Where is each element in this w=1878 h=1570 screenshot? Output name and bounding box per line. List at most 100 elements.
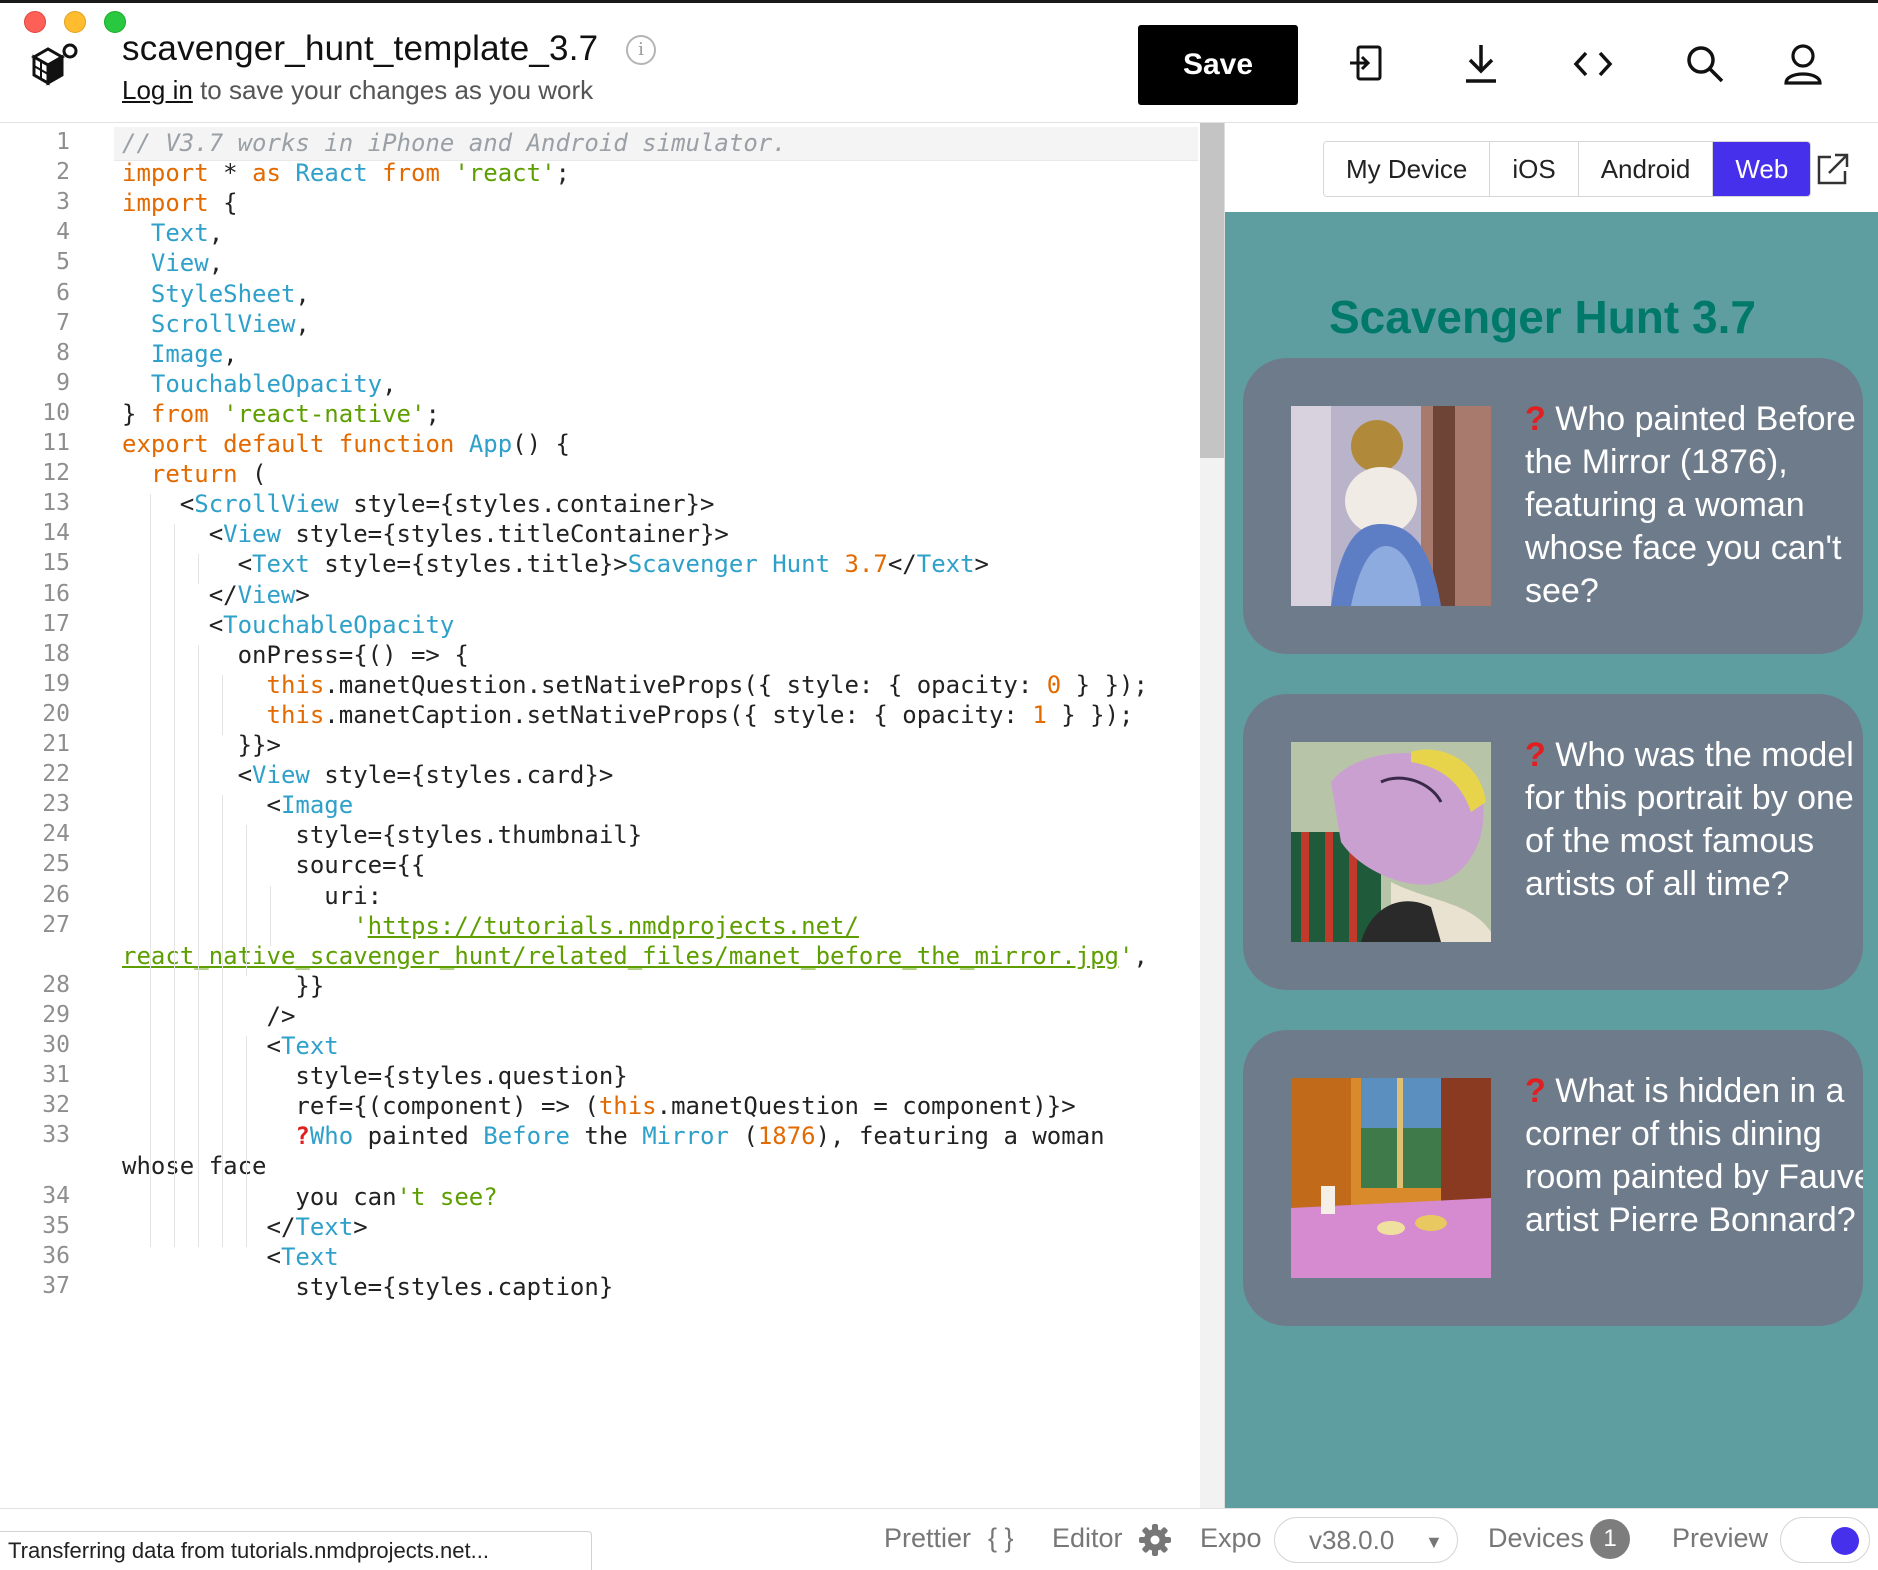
code-line[interactable]: style={styles.thumbnail} (122, 821, 642, 849)
devices-count-badge: 1 (1590, 1519, 1630, 1559)
tab-android[interactable]: Android (1578, 142, 1714, 196)
download-icon[interactable] (1458, 41, 1504, 87)
login-prompt-text: to save your changes as you work (192, 75, 594, 105)
line-number: 27 (42, 911, 70, 938)
snack-logo-icon[interactable] (26, 39, 82, 95)
status-bar: Transferring data from tutorials.nmdproj… (0, 1531, 592, 1570)
code-line[interactable]: export default function App() { (122, 430, 570, 458)
code-line[interactable]: return ( (122, 460, 267, 488)
line-number: 32 (42, 1092, 70, 1119)
simulator-screen[interactable]: Scavenger Hunt 3.7 ? Who painted Before … (1225, 212, 1878, 1508)
sleeping-woman-portrait-painting (1291, 742, 1491, 942)
line-number: 15 (42, 550, 70, 577)
code-line[interactable]: View, (122, 249, 223, 277)
save-button[interactable]: Save (1138, 25, 1298, 105)
code-line[interactable]: Text, (122, 219, 223, 247)
question-card[interactable]: ? What is hidden in a corner of this din… (1243, 1030, 1863, 1326)
code-line[interactable]: <View style={styles.titleContainer}> (122, 520, 729, 548)
code-line[interactable]: react_native_scavenger_hunt/related_file… (122, 942, 1148, 970)
code-line[interactable]: /> (122, 1002, 295, 1030)
login-link[interactable]: Log in (122, 75, 193, 105)
editor-settings-button[interactable]: Editor (1052, 1523, 1123, 1554)
code-line[interactable]: <Text (122, 1032, 338, 1060)
code-line[interactable]: you can't see? (122, 1183, 497, 1211)
user-account-icon[interactable] (1780, 41, 1826, 87)
code-line[interactable]: 'https://tutorials.nmdprojects.net/ (122, 912, 859, 940)
question-label: Who painted Before the Mirror (1876), fe… (1525, 400, 1856, 610)
line-number: 24 (42, 821, 70, 848)
tab-web[interactable]: Web (1713, 142, 1811, 196)
code-editor[interactable]: 1 // V3.7 works in iPhone and Android sim… (0, 123, 1224, 1508)
window-minimize-button[interactable] (64, 11, 86, 33)
search-icon[interactable] (1682, 41, 1728, 87)
gear-icon[interactable] (1138, 1523, 1172, 1557)
line-number: 6 (56, 279, 70, 306)
preview-pane: My Device iOS Android Web Scavenger Hunt… (1224, 123, 1878, 1508)
line-number: 23 (42, 791, 70, 818)
sdk-version-value: v38.0.0 (1309, 1525, 1395, 1555)
code-line[interactable]: <Image (122, 791, 353, 819)
sdk-version-select[interactable]: v38.0.0 ▼ (1274, 1517, 1458, 1563)
code-line[interactable]: source={{ (122, 851, 425, 879)
code-line[interactable]: this.manetCaption.setNativeProps({ style… (122, 701, 1134, 729)
project-title[interactable]: scavenger_hunt_template_3.7 (122, 29, 598, 69)
code-line[interactable]: import { (122, 189, 238, 217)
question-card[interactable]: ? Who was the model for this portrait by… (1243, 694, 1863, 990)
login-prompt: Log in to save your changes as you work (122, 75, 593, 106)
platform-tabs: My Device iOS Android Web (1323, 141, 1812, 197)
line-number: 35 (42, 1212, 70, 1239)
code-line[interactable]: import * as React from 'react'; (122, 159, 570, 187)
code-line[interactable]: ?Who painted Before the Mirror (1876), f… (122, 1122, 1104, 1150)
code-line[interactable]: style={styles.caption} (122, 1273, 613, 1301)
line-number: 22 (42, 761, 70, 788)
code-line[interactable]: this.manetQuestion.setNativeProps({ styl… (122, 671, 1148, 699)
import-project-icon[interactable] (1346, 41, 1392, 87)
code-line[interactable]: </Text> (122, 1213, 367, 1241)
code-line[interactable]: } from 'react-native'; (122, 400, 440, 428)
code-line[interactable]: <TouchableOpacity (122, 611, 455, 639)
line-number: 28 (42, 971, 70, 998)
line-number: 29 (42, 1001, 70, 1028)
line-number: 20 (42, 700, 70, 727)
window-close-button[interactable] (24, 11, 46, 33)
code-line[interactable]: <Text (122, 1243, 338, 1271)
dining-room-painting (1291, 1078, 1491, 1278)
question-card[interactable]: ? Who painted Before the Mirror (1876), … (1243, 358, 1863, 654)
code-line[interactable]: // V3.7 works in iPhone and Android simu… (122, 129, 787, 157)
braces-icon[interactable]: { } (988, 1523, 1014, 1554)
line-number: 1 (56, 129, 70, 155)
code-line[interactable]: StyleSheet, (122, 280, 310, 308)
indent-guide (198, 644, 199, 1247)
tab-my-device[interactable]: My Device (1324, 142, 1491, 196)
question-text: ? Who painted Before the Mirror (1876), … (1525, 398, 1863, 613)
code-line[interactable]: ScrollView, (122, 310, 310, 338)
line-number: 34 (42, 1182, 70, 1209)
devices-button[interactable]: Devices (1488, 1523, 1584, 1554)
indent-guide (174, 524, 175, 1247)
tab-ios[interactable]: iOS (1490, 142, 1579, 196)
code-line[interactable]: whose face (122, 1152, 267, 1180)
info-icon[interactable]: i (626, 35, 656, 65)
embed-code-icon[interactable] (1570, 41, 1616, 87)
code-line[interactable]: Image, (122, 340, 238, 368)
code-line[interactable]: <Text style={styles.title}>Scavenger Hun… (122, 550, 989, 578)
code-line[interactable]: }} (122, 972, 324, 1000)
code-line[interactable]: <ScrollView style={styles.container}> (122, 490, 715, 518)
indent-guide (270, 885, 271, 946)
preview-toggle[interactable] (1780, 1517, 1870, 1563)
prettier-button[interactable]: Prettier (884, 1523, 971, 1554)
header-bar: scavenger_hunt_template_3.7 i Log in to … (0, 0, 1878, 123)
code-line[interactable]: TouchableOpacity, (122, 370, 397, 398)
line-number: 25 (42, 851, 70, 878)
code-line[interactable]: <View style={styles.card}> (122, 761, 614, 789)
question-mark: ? (1525, 400, 1546, 438)
code-line[interactable]: uri: (122, 882, 382, 910)
external-link-icon[interactable] (1815, 151, 1851, 187)
question-mark: ? (1525, 736, 1546, 774)
app-title: Scavenger Hunt 3.7 (1329, 291, 1756, 343)
code-line[interactable]: }}> (122, 731, 281, 759)
editor-scrollbar-thumb[interactable] (1200, 123, 1224, 458)
question-label: What is hidden in a corner of this dinin… (1525, 1072, 1863, 1239)
code-line[interactable]: ref={(component) => (this.manetQuestion … (122, 1092, 1075, 1120)
line-number: 30 (42, 1032, 70, 1058)
